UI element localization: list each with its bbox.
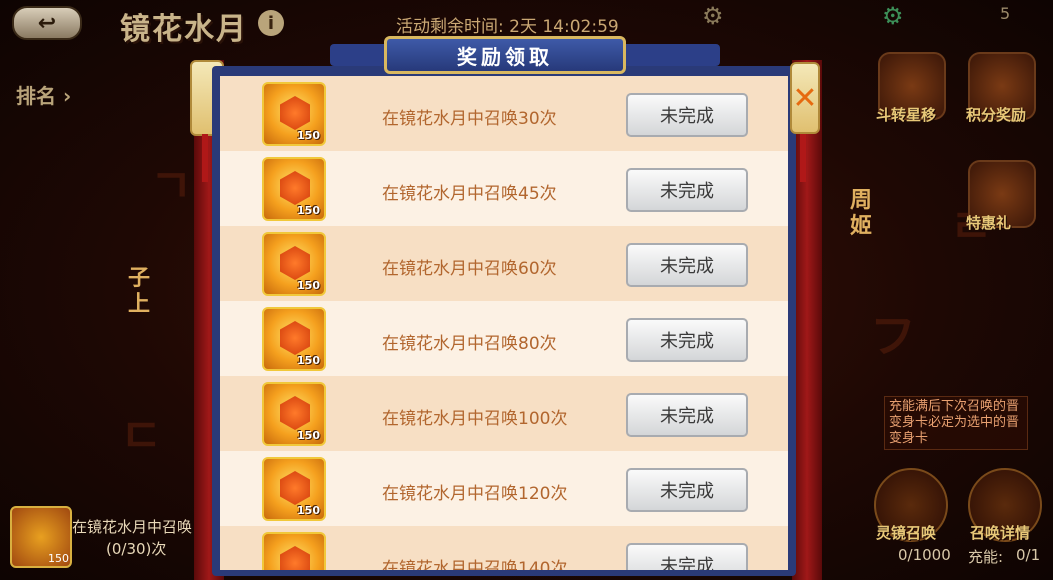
- star-shift-label: 斗转星移: [876, 106, 937, 124]
- right-tassel: [800, 134, 806, 182]
- reward-status-button[interactable]: 未完成: [626, 243, 748, 287]
- left-tassel: [202, 134, 208, 182]
- currency-value: 5: [1000, 4, 1011, 23]
- reward-status-button[interactable]: 未完成: [626, 93, 748, 137]
- back-arrow-icon: ↩: [37, 10, 57, 36]
- reward-item-icon[interactable]: 150: [262, 457, 326, 521]
- charge-value: 0/1: [1016, 546, 1041, 564]
- reward-item-count: 150: [297, 204, 320, 217]
- reward-item-icon[interactable]: 150: [262, 232, 326, 296]
- reward-item-icon[interactable]: 150: [262, 82, 326, 146]
- reward-item-count: 150: [297, 429, 320, 442]
- reward-status-button[interactable]: 未完成: [626, 468, 748, 512]
- reward-item-icon[interactable]: 150: [262, 382, 326, 446]
- mirror-summon-label: 灵镜召唤: [876, 524, 937, 542]
- reward-item-icon[interactable]: 150: [262, 307, 326, 371]
- reward-row: 150 在镜花水月中召唤45次 未完成: [220, 151, 788, 226]
- summon-details-label: 召唤详情: [970, 524, 1031, 542]
- reward-row: 150 在镜花水月中召唤120次 未完成: [220, 451, 788, 526]
- gem-icon: [280, 171, 310, 205]
- info-icon[interactable]: i: [258, 10, 284, 36]
- charge-hint: 充能满后下次召唤的晋变身卡必定为选中的晋变身卡: [884, 396, 1028, 450]
- ranking-label: 排名: [16, 84, 56, 108]
- reward-status-button[interactable]: 未完成: [626, 168, 748, 212]
- reward-item-count: 150: [297, 504, 320, 517]
- reward-row: 150 在镜花水月中召唤140次 未完成: [220, 526, 788, 570]
- gem-icon: [280, 321, 310, 355]
- gem-icon: [280, 471, 310, 505]
- reward-row: 150 在镜花水月中召唤80次 未完成: [220, 301, 788, 376]
- gem-icon: [280, 246, 310, 280]
- reward-row: 150 在镜花水月中召唤60次 未完成: [220, 226, 788, 301]
- reward-task-text: 在镜花水月中召唤120次: [382, 484, 568, 504]
- header-wing-right: [620, 44, 720, 66]
- bg-rune: ㄷ: [120, 409, 163, 463]
- special-gift-label: 特惠礼: [966, 214, 1012, 232]
- task-text: 在镜花水月中召唤: [72, 518, 193, 536]
- gear-icon[interactable]: ⚙: [702, 2, 736, 30]
- activity-timer: 活动剩余时间: 2天 14:02:59: [396, 17, 619, 37]
- reward-status-button[interactable]: 未完成: [626, 543, 748, 570]
- reward-item-icon[interactable]: 150: [262, 157, 326, 221]
- close-icon: ✕: [792, 80, 818, 116]
- reward-item-count: 150: [297, 279, 320, 292]
- reward-item-count: 150: [297, 354, 320, 367]
- add-currency-icon[interactable]: ⚙: [882, 2, 916, 30]
- reward-item-count: 150: [297, 129, 320, 142]
- reward-status-button[interactable]: 未完成: [626, 393, 748, 437]
- ranking-link[interactable]: 排名 ›: [16, 80, 71, 109]
- reward-status-button[interactable]: 未完成: [626, 318, 748, 362]
- reward-task-text: 在镜花水月中召唤100次: [382, 409, 568, 429]
- points-reward-label: 积分奖励: [966, 106, 1027, 124]
- reward-task-text: 在镜花水月中召唤45次: [382, 184, 557, 204]
- reward-row: 150 在镜花水月中召唤30次 未完成: [220, 76, 788, 151]
- reward-task-text: 在镜花水月中召唤80次: [382, 334, 557, 354]
- game-title: 镜花水月: [120, 12, 248, 47]
- right-curtain: [792, 60, 822, 580]
- summon-count: 0/1000: [898, 546, 951, 564]
- bg-rune: フ: [870, 309, 916, 363]
- reward-row: 150 在镜花水月中召唤100次 未完成: [220, 376, 788, 451]
- gem-icon: [280, 546, 310, 570]
- task-progress: (0/30)次: [106, 540, 167, 558]
- reward-list[interactable]: 150 在镜花水月中召唤30次 未完成 150 在镜花水月中召唤45次 未完成 …: [220, 76, 788, 570]
- bg-rune: ㄱ: [150, 159, 193, 213]
- charge-label: 充能:: [968, 548, 1004, 566]
- reward-task-text: 在镜花水月中召唤140次: [382, 559, 568, 570]
- task-reward-count: 150: [48, 552, 69, 565]
- gem-icon: [280, 96, 310, 130]
- reward-task-text: 在镜花水月中召唤30次: [382, 109, 557, 129]
- card-name-right: 周姬: [850, 188, 873, 239]
- close-button[interactable]: ✕: [790, 62, 820, 134]
- reward-task-text: 在镜花水月中召唤60次: [382, 259, 557, 279]
- modal-title: 奖励领取: [384, 36, 626, 74]
- reward-item-icon[interactable]: 150: [262, 532, 326, 570]
- gem-icon: [280, 396, 310, 430]
- back-button[interactable]: ↩: [12, 6, 82, 40]
- card-name-left: 子上: [128, 266, 151, 317]
